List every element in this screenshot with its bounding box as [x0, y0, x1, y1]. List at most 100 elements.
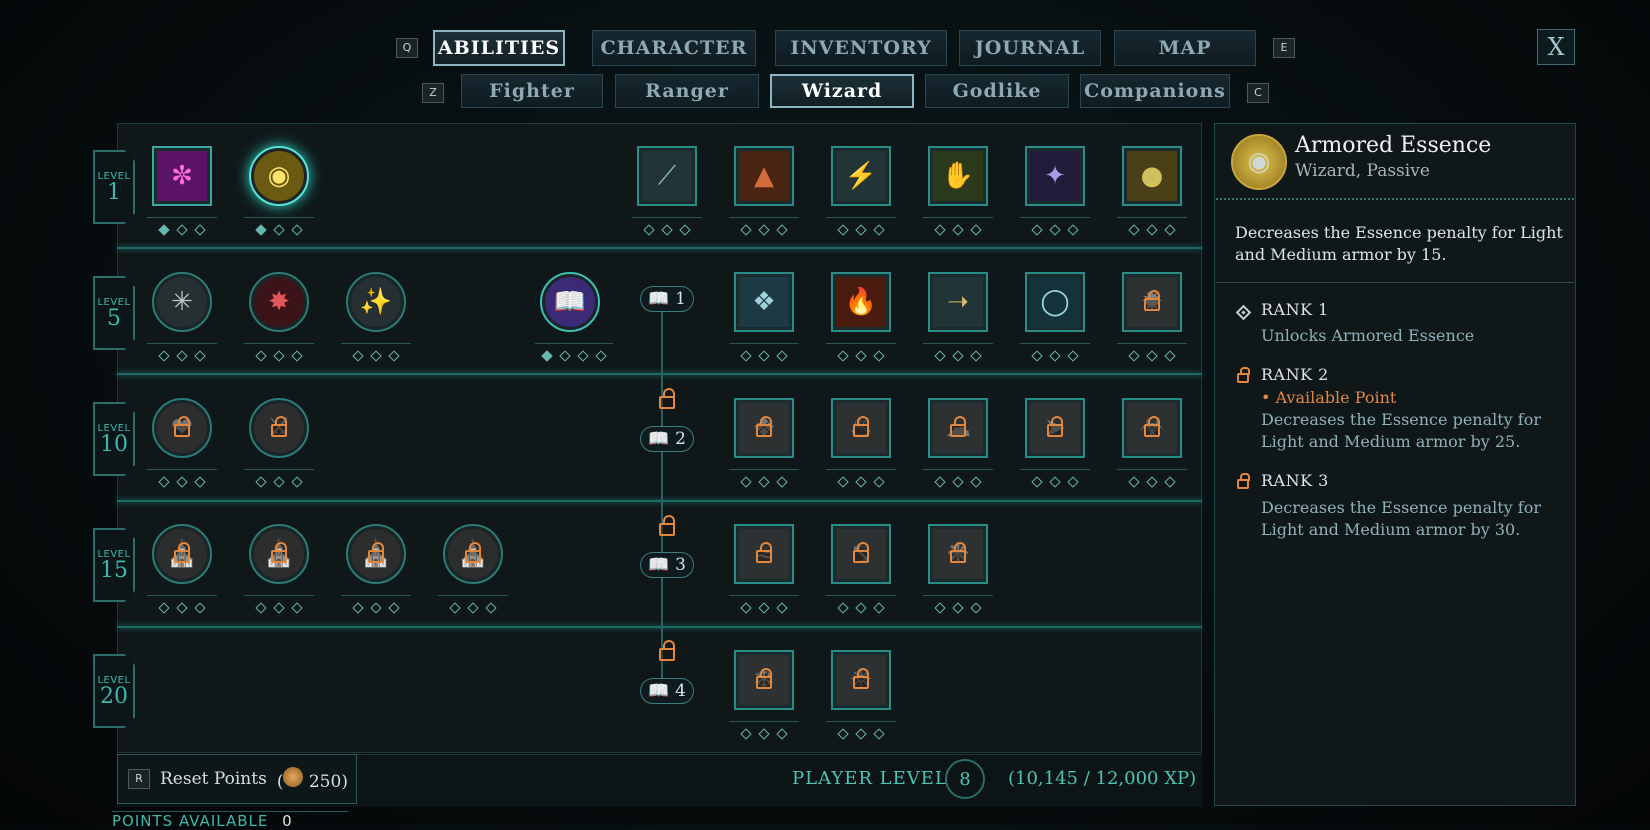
rank-pips: [147, 217, 217, 238]
rank-pips: [923, 469, 993, 490]
ability-frost-ring[interactable]: ◯: [1025, 272, 1085, 332]
arcane-hand-icon: ✦: [1030, 151, 1080, 201]
rank-pips: [729, 217, 799, 238]
level-number: 10: [100, 431, 128, 457]
key-hint-z: Z: [422, 83, 444, 103]
rank-pips: [826, 217, 896, 238]
key-hint-q: Q: [396, 38, 418, 58]
ability-wand-spark[interactable]: ✸: [249, 272, 309, 332]
ability-locked-arrows[interactable]: ⤡: [831, 524, 891, 584]
ability-fan[interactable]: ▲: [734, 146, 794, 206]
ability-burst[interactable]: ✳: [152, 272, 212, 332]
slash-icon: ⟋: [642, 151, 692, 201]
lock-icon: [271, 542, 287, 563]
ability-lightning[interactable]: ⚡: [831, 146, 891, 206]
rank-pips: [244, 595, 314, 616]
rank-pips: [535, 343, 613, 364]
ability-locked-blade[interactable]: ⚔: [249, 398, 309, 458]
subtab-godlike[interactable]: Godlike: [925, 74, 1069, 108]
ability-ice-shards[interactable]: ❖: [734, 272, 794, 332]
reset-label: Reset Points: [160, 769, 267, 789]
ability-locked-shrine-4[interactable]: ⛪: [443, 524, 503, 584]
level-number: 5: [107, 305, 121, 331]
ability-flame[interactable]: 🔥: [831, 272, 891, 332]
ability-locked-vortex[interactable]: ❄: [734, 650, 794, 710]
ability-nature-hand[interactable]: ✋: [928, 146, 988, 206]
ring-icon: ◯: [1030, 277, 1080, 327]
ability-locked-spikes[interactable]: ❋: [928, 524, 988, 584]
ability-spellbook[interactable]: 📖: [540, 272, 600, 332]
tab-inventory[interactable]: INVENTORY: [775, 30, 947, 66]
rank-pips: [729, 721, 799, 742]
ability-locked-wave[interactable]: ≈: [734, 524, 794, 584]
tab-character[interactable]: CHARACTER: [592, 30, 756, 66]
requirement-count: 2: [675, 429, 686, 449]
beam-icon: ➝: [933, 277, 983, 327]
lock-icon: [465, 542, 481, 563]
level-number: 15: [100, 557, 128, 583]
rank-pips: [438, 595, 508, 616]
player-level-label: PLAYER LEVEL: [792, 768, 948, 789]
rank-pips: [826, 343, 896, 364]
tab-map[interactable]: MAP: [1114, 30, 1256, 66]
ability-golden-body[interactable]: ●: [1122, 146, 1182, 206]
ability-locked-shrine-2[interactable]: ⛪: [249, 524, 309, 584]
close-button[interactable]: X: [1537, 29, 1575, 65]
ability-locked-fire[interactable]: ♨: [831, 398, 891, 458]
tab-abilities[interactable]: ABILITIES: [433, 30, 565, 66]
rank-pips: [1117, 343, 1187, 364]
lock-icon: [1237, 473, 1250, 489]
rank-2-title: RANK 2: [1261, 365, 1329, 384]
reset-cost-value: 250: [308, 771, 342, 792]
book-icon: 📖: [648, 681, 670, 701]
level-requirement-2: 📖 2: [640, 426, 694, 452]
level-requirement-3: 📖 3: [640, 552, 694, 578]
points-available-value: 0: [282, 812, 293, 830]
ability-locked-storm[interactable]: ☁: [928, 398, 988, 458]
lock-icon: [756, 542, 772, 563]
armor-icon: ◉: [254, 151, 304, 201]
ability-locked-sigil[interactable]: ☼: [831, 650, 891, 710]
lightning-icon: ⚡: [836, 151, 886, 201]
xp-progress: (10,145 / 12,000 XP): [1008, 768, 1197, 789]
ability-locked-strike[interactable]: ➤: [1025, 398, 1085, 458]
body-icon: ●: [1127, 151, 1177, 201]
ability-staff[interactable]: ✨: [346, 272, 406, 332]
subtab-fighter[interactable]: Fighter: [461, 74, 603, 108]
book-icon: 📖: [648, 289, 670, 309]
ability-slash[interactable]: ⟋: [637, 146, 697, 206]
ability-locked-figure[interactable]: ☣: [1122, 398, 1182, 458]
rank-1-title: RANK 1: [1261, 300, 1329, 319]
subtab-companions[interactable]: Companions: [1080, 74, 1230, 108]
reset-points-button[interactable]: R Reset Points ( 250): [117, 754, 357, 804]
subtab-ranger[interactable]: Ranger: [615, 74, 759, 108]
lock-icon: [271, 416, 287, 437]
detail-subtitle: Wizard, Passive: [1295, 161, 1430, 181]
ability-locked-burst[interactable]: ✹: [1122, 272, 1182, 332]
key-hint-c: C: [1247, 83, 1269, 103]
player-level-value: 8: [945, 759, 985, 799]
ability-locked-shrine-1[interactable]: ⛪: [152, 524, 212, 584]
tab-journal[interactable]: JOURNAL: [959, 30, 1101, 66]
ability-locked-scroll[interactable]: ❖: [734, 398, 794, 458]
ability-arcane-wisp[interactable]: ✼: [152, 146, 212, 206]
lock-icon: [174, 416, 190, 437]
ability-armored-essence[interactable]: ◉: [249, 146, 309, 206]
detail-divider: [1216, 198, 1574, 200]
ability-locked-heart[interactable]: ❤: [152, 398, 212, 458]
reset-cost: ( 250): [277, 766, 348, 792]
ability-locked-shrine-3[interactable]: ⛪: [346, 524, 406, 584]
rank-pips: [923, 217, 993, 238]
row-divider: [117, 626, 1202, 628]
level-requirement-4: 📖 4: [640, 678, 694, 704]
detail-description: Decreases the Essence penalty for Light …: [1235, 223, 1563, 264]
points-available: POINTS AVAILABLE 0: [112, 811, 348, 830]
rank-3-text: Decreases the Essence penalty for Light …: [1261, 498, 1541, 539]
ability-beam[interactable]: ➝: [928, 272, 988, 332]
rank-pips: [826, 595, 896, 616]
rank-pips: [729, 343, 799, 364]
ability-arcane-hand[interactable]: ✦: [1025, 146, 1085, 206]
burst-icon: ✳: [157, 277, 207, 327]
row-divider: [117, 373, 1202, 375]
subtab-wizard[interactable]: Wizard: [770, 74, 914, 108]
